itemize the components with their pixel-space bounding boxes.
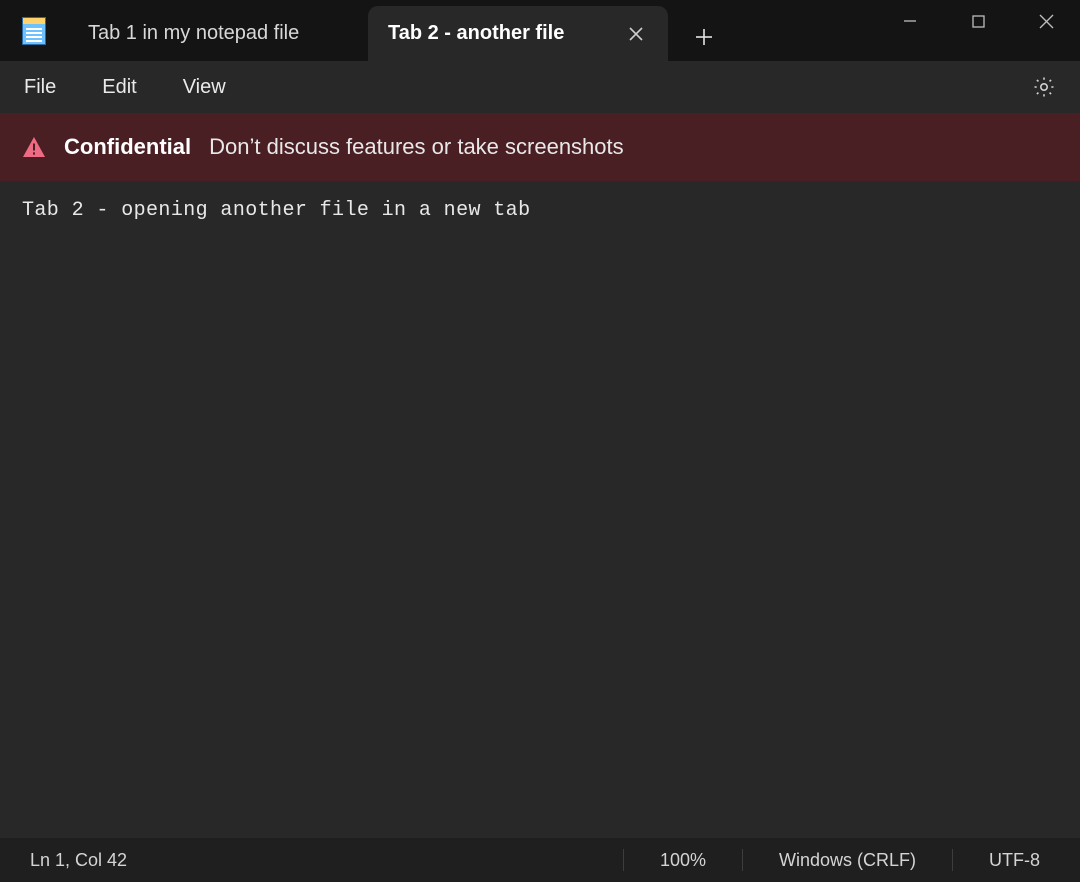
- tab-label: Tab 1 in my notepad file: [88, 22, 352, 45]
- menu-file[interactable]: File: [10, 68, 70, 107]
- title-bar: Tab 1 in my notepad file Tab 2 - another…: [0, 0, 1080, 61]
- app-icon: [0, 0, 68, 61]
- close-icon: [1039, 14, 1054, 29]
- tab-label: Tab 2 - another file: [388, 22, 608, 45]
- minimize-icon: [903, 14, 917, 28]
- menu-edit[interactable]: Edit: [88, 68, 150, 107]
- minimize-button[interactable]: [876, 0, 944, 42]
- close-tab-button[interactable]: [620, 18, 652, 50]
- notepad-icon: [22, 17, 46, 45]
- menu-view[interactable]: View: [169, 68, 240, 107]
- tab-1[interactable]: Tab 1 in my notepad file: [68, 6, 368, 61]
- banner-message: Don’t discuss features or take screensho…: [209, 134, 624, 160]
- text-editor[interactable]: [0, 181, 1080, 838]
- title-drag-area[interactable]: [728, 0, 876, 61]
- plus-icon: [694, 27, 714, 47]
- tab-2[interactable]: Tab 2 - another file: [368, 6, 668, 61]
- banner-label: Confidential: [64, 134, 191, 160]
- warning-icon: [22, 136, 46, 158]
- status-cursor-position[interactable]: Ln 1, Col 42: [0, 850, 623, 871]
- status-encoding[interactable]: UTF-8: [952, 849, 1080, 871]
- maximize-button[interactable]: [944, 0, 1012, 42]
- tab-strip: Tab 1 in my notepad file Tab 2 - another…: [68, 0, 728, 61]
- new-tab-button[interactable]: [680, 13, 728, 61]
- status-line-ending[interactable]: Windows (CRLF): [742, 849, 952, 871]
- close-icon: [628, 26, 644, 42]
- settings-button[interactable]: [1024, 67, 1064, 107]
- window-controls: [876, 0, 1080, 61]
- status-bar: Ln 1, Col 42 100% Windows (CRLF) UTF-8: [0, 838, 1080, 882]
- status-zoom[interactable]: 100%: [623, 849, 742, 871]
- confidential-banner: Confidential Don’t discuss features or t…: [0, 113, 1080, 181]
- editor-area: [0, 181, 1080, 838]
- gear-icon: [1032, 75, 1056, 99]
- menu-bar: File Edit View: [0, 61, 1080, 113]
- maximize-icon: [972, 15, 985, 28]
- close-window-button[interactable]: [1012, 0, 1080, 42]
